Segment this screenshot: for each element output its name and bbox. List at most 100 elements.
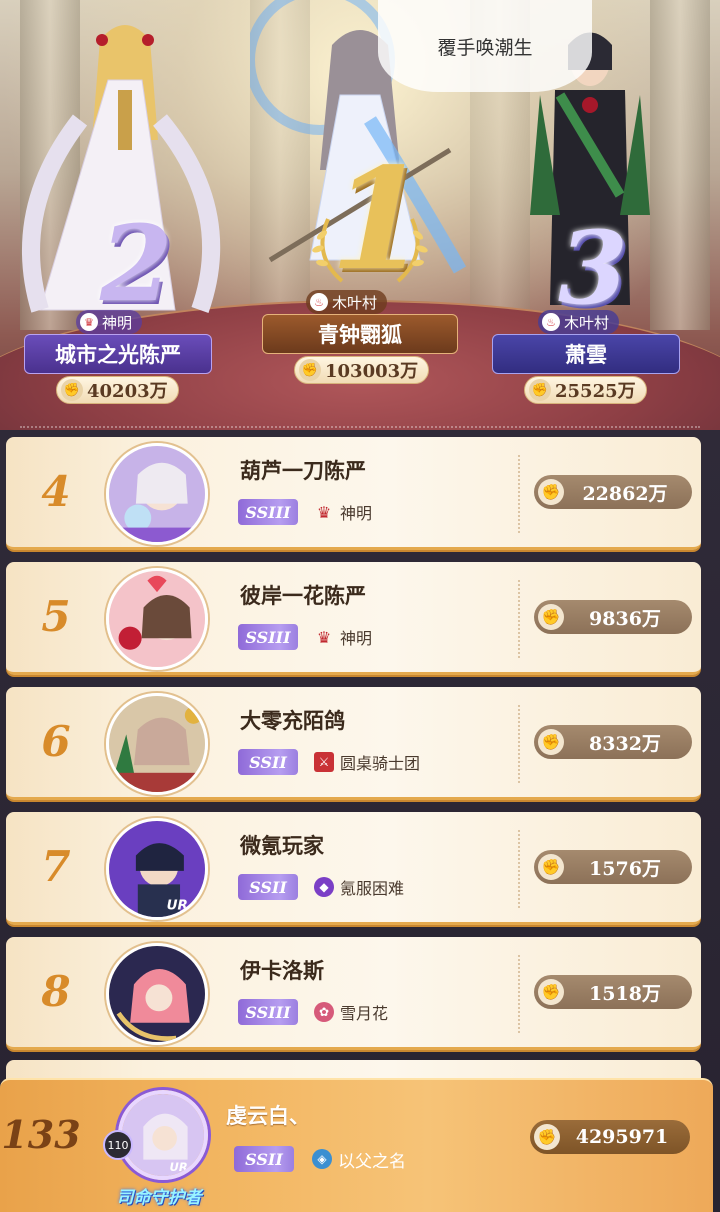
podium-3-guild-tag: ♨ 木叶村 [538,310,620,334]
fist-icon: ✊ [538,979,564,1005]
podium-1-guild-name: 木叶村 [332,293,378,312]
player-avatar[interactable] [106,443,208,545]
power-pill: ✊ 9836万 [534,600,692,634]
podium-3-player-name: 萧雲 [565,343,607,367]
guild-name: 圆桌骑士团 [340,754,421,773]
podium-1-player-name: 青钟翾狐 [318,323,402,347]
power-pill: ✊ 22862万 [534,475,692,509]
my-avatar[interactable]: UR [118,1090,208,1180]
row-rank-number: 6 [41,717,71,766]
tier-badge: SSII [238,749,298,775]
guild-info: ♛ 神明 [314,624,372,650]
fist-icon: ✊ [538,479,564,505]
row-divider [518,455,520,533]
guild-info: ⚔ 圆桌骑士团 [314,749,420,775]
row-rank-number: 7 [41,842,71,891]
my-tier-badge: SSII [234,1146,294,1172]
podium-3-name-plate[interactable]: 萧雲 [492,334,680,374]
speech-bubble: 覆手唤潮生 [378,0,592,92]
svg-text:UR: UR [170,1160,188,1174]
diamond-icon: ◆ [314,877,334,897]
my-guild-name: 以父之名 [338,1151,406,1172]
tier-badge: SSIII [238,499,298,525]
power-value: 22862万 [582,482,668,505]
power-value: 1518万 [589,982,661,1005]
fist-icon: ✊ [61,379,83,401]
row-divider [518,830,520,908]
row-rank-number: 5 [41,592,71,641]
ranking-row[interactable]: 6 大零充陌鸽 SSII ⚔ 圆桌骑士团 ✊ 8332万 [6,687,701,800]
power-value: 9836万 [589,607,661,630]
my-level-badge: 110 [103,1130,133,1160]
guild-info: ♛ 神明 [314,499,372,525]
my-player-name: 虔云白、 [226,1104,310,1128]
fist-icon: ✊ [538,729,564,755]
power-pill: ✊ 1518万 [534,975,692,1009]
svg-text:UR: UR [167,898,188,913]
podium-2-power: ✊ 40203万 [56,376,179,404]
podium-1-guild-tag: ♨ 木叶村 [306,290,388,314]
my-power-value: 4295971 [575,1126,669,1148]
podium-1-name-plate[interactable]: 青钟翾狐 [262,314,458,354]
crown-icon: ♛ [316,502,332,522]
fist-icon: ✊ [538,604,564,630]
row-rank-number: 4 [41,467,71,516]
flower-icon: ✿ [314,1002,334,1022]
guild-info: ✿ 雪月花 [314,999,388,1025]
guild-name: 神明 [340,629,373,648]
podium-rank-numeral-3: 3 [558,209,628,327]
row-divider [518,705,520,783]
fist-icon: ✊ [529,379,551,401]
podium-2-power-value: 40203万 [87,381,168,402]
stage-divider [20,426,700,428]
row-rank-number: 8 [41,967,71,1016]
flame-icon: ♨ [542,313,560,331]
podium-3-power: ✊ 25525万 [524,376,647,404]
podium-2-name-plate[interactable]: 城市之光陈严 [24,334,212,374]
podium-rank-numeral-2: 2 [100,202,173,325]
player-name: 微氪玩家 [240,834,324,858]
ranking-row[interactable]: 7 UR 微氪玩家 SSII ◆ 氪服困难 ✊ 1576万 [6,812,701,925]
power-pill: ✊ 1576万 [534,850,692,884]
player-avatar[interactable] [106,568,208,670]
my-power-pill: ✊ 4295971 [530,1120,690,1154]
fist-icon: ✊ [299,359,321,381]
player-avatar[interactable] [106,693,208,795]
podium-1-power-value: 103003万 [325,361,419,382]
power-pill: ✊ 8332万 [534,725,692,759]
my-rank-number: 133 [1,1112,81,1157]
tier-badge: SSIII [238,624,298,650]
ranking-row[interactable]: 8 伊卡洛斯 SSIII ✿ 雪月花 ✊ 1518万 [6,937,701,1050]
speech-bubble-text: 覆手唤潮生 [437,36,533,59]
player-name: 葫芦一刀陈严 [240,459,366,483]
tier-badge: SSII [238,874,298,900]
gem-icon: ◈ [312,1149,332,1169]
crown-icon: ♛ [80,313,98,331]
row-divider [518,580,520,658]
row-divider [518,955,520,1033]
podium-3-power-value: 25525万 [555,381,636,402]
guardian-title-badge: 司命守护者 [116,1187,202,1208]
podium-3-guild-name: 木叶村 [564,313,610,332]
player-name: 彼岸一花陈严 [240,584,366,608]
tier-badge: SSIII [238,999,298,1025]
power-value: 8332万 [589,732,661,755]
my-guild-info: ◈ 以父之名 [312,1146,406,1172]
guild-info: ◆ 氪服困难 [314,874,404,900]
crown-icon: ♛ [316,627,332,647]
ranking-row[interactable]: 4 葫芦一刀陈严 SSIII ♛ 神明 ✊ 22862万 [6,437,701,550]
fist-icon: ✊ [534,1124,560,1150]
swords-shield-icon: ⚔ [314,752,334,772]
player-avatar[interactable] [106,943,208,1045]
player-avatar[interactable]: UR [106,818,208,920]
ranking-row[interactable]: 5 彼岸一花陈严 SSIII ♛ 神明 ✊ 9836万 [6,562,701,675]
flame-icon: ♨ [310,293,328,311]
fist-icon: ✊ [538,854,564,880]
guild-name: 雪月花 [340,1004,389,1023]
guild-name: 神明 [340,504,373,523]
laurel-right-icon [396,218,428,283]
guild-name: 氪服困难 [340,879,405,898]
podium-2-guild-name: 神明 [102,313,133,332]
player-name: 伊卡洛斯 [240,959,324,983]
player-name: 大零充陌鸽 [240,709,345,733]
